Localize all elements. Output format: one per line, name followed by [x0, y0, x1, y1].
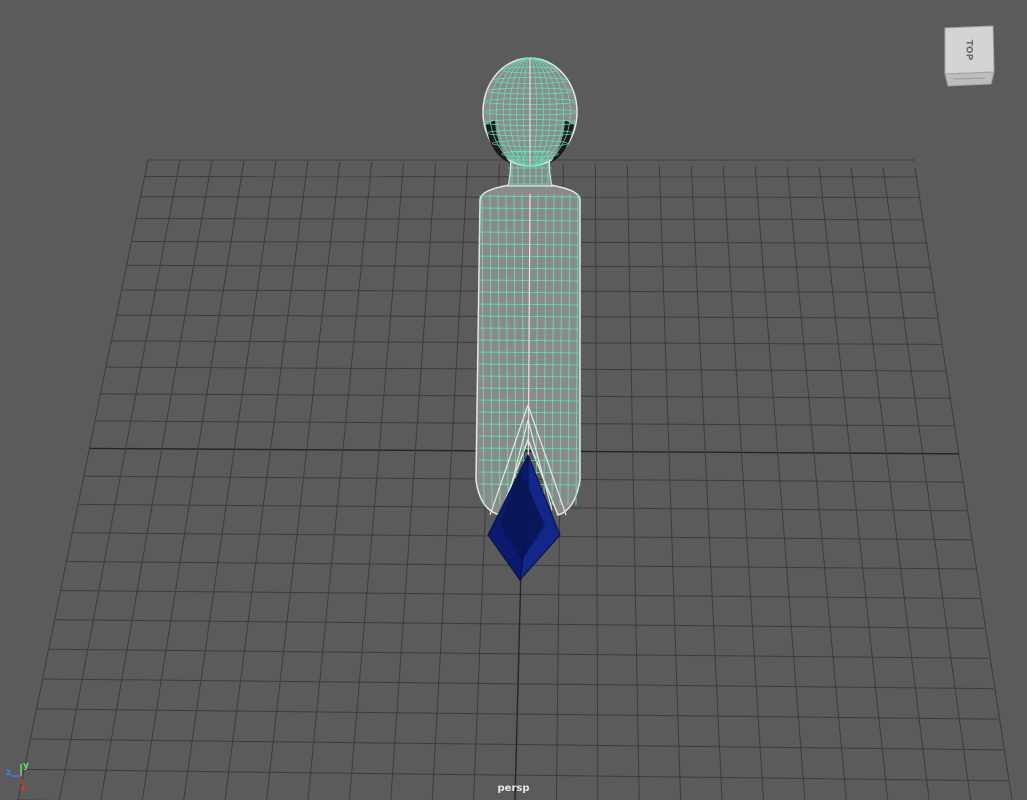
view-cube[interactable]: TOP: [941, 24, 997, 88]
grid-line-vertical: [850, 167, 930, 800]
grid-line-vertical: [722, 165, 764, 800]
grid-line-vertical: [754, 166, 806, 800]
grid-line-vertical: [100, 160, 213, 800]
grid-line-vertical: [307, 162, 373, 800]
grid-line-vertical: [690, 165, 723, 800]
maya-perspective-viewport[interactable]: TOP y z x persp: [0, 0, 1027, 800]
grid-line-vertical: [818, 166, 889, 800]
grid-line-vertical: [626, 164, 640, 800]
grid-line-vertical: [17, 159, 149, 800]
view-cube-front-face[interactable]: [944, 71, 995, 87]
y-axis-label: y: [23, 761, 29, 771]
grid-line-vertical: [183, 161, 277, 800]
grid-line-vertical: [266, 161, 341, 800]
viewport-scene[interactable]: [0, 0, 1027, 800]
grid-line-vertical: [786, 166, 847, 800]
grid-line-vertical: [348, 162, 405, 800]
grid-line-vertical: [882, 167, 972, 800]
view-cube-label: TOP: [964, 40, 974, 61]
character-mesh[interactable]: [475, 57, 582, 582]
grid-line-vertical: [914, 167, 1013, 800]
grid-line-vertical: [224, 161, 309, 800]
grid-line-vertical: [594, 164, 599, 800]
grid-line-vertical: [390, 162, 437, 800]
camera-name-label: persp: [497, 783, 530, 794]
grid-line-vertical: [58, 160, 181, 800]
z-axis-label: z: [6, 768, 11, 778]
grid-line-vertical: [658, 165, 682, 800]
grid-line-vertical: [431, 163, 469, 800]
grid-line-vertical: [141, 160, 245, 800]
